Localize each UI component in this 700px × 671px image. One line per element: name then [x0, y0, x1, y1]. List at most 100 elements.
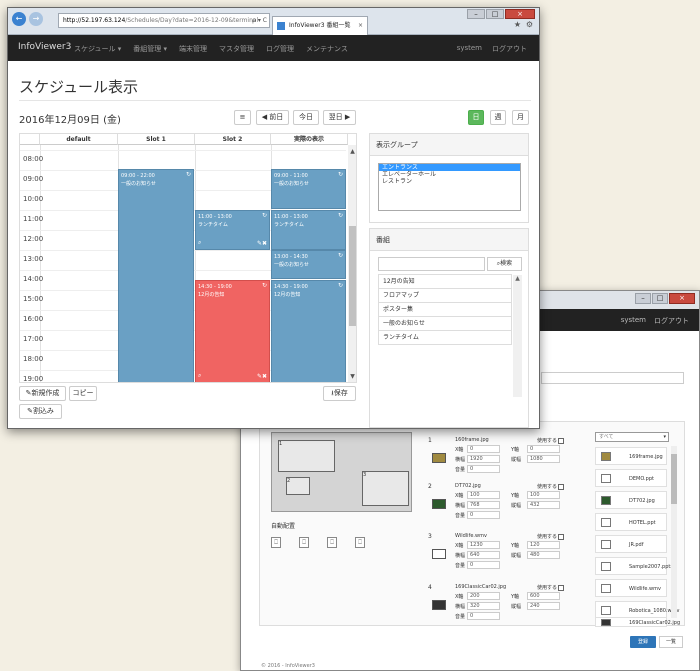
forward-arrow-icon[interactable]: → — [29, 12, 43, 26]
file-item[interactable]: DEMO.ppt — [595, 469, 667, 487]
preview-region-1[interactable]: 1 — [278, 440, 335, 472]
file-item[interactable]: HOTEL.ppt — [595, 513, 667, 531]
register-button[interactable]: 登録 — [630, 636, 656, 648]
y-input[interactable]: 0 — [527, 445, 560, 453]
file-item[interactable]: 169ClassicCar02.jpg — [595, 617, 680, 627]
nav-logout[interactable]: ログアウト — [654, 316, 689, 326]
file-filter-select[interactable]: すべて ▾ — [595, 432, 669, 442]
today-button[interactable]: 今日 — [293, 110, 319, 125]
month-view-button[interactable]: 月 — [512, 110, 529, 125]
volume-input[interactable]: 0 — [467, 561, 500, 569]
volume-input[interactable]: 0 — [467, 511, 500, 519]
gear-icon[interactable]: ⚙ — [526, 20, 533, 29]
name-input[interactable] — [541, 372, 684, 384]
group-item[interactable]: エレベーターホール — [379, 171, 520, 178]
height-input[interactable]: 240 — [527, 602, 560, 610]
back-to-list-button[interactable]: 一覧 — [659, 636, 683, 648]
nav-system[interactable]: system — [621, 316, 646, 326]
nav-system[interactable]: system — [457, 44, 482, 54]
program-item[interactable]: フロアマップ — [378, 288, 512, 303]
layout-option-icon[interactable]: ⎕ — [271, 537, 281, 548]
previous-day-button[interactable]: ◀ 前日 — [256, 110, 289, 125]
schedule-event[interactable]: 14:30 - 19:00 12月の告知 ↻ — [271, 280, 346, 382]
refresh-icon[interactable]: ↻ — [338, 212, 343, 219]
scroll-up-icon[interactable]: ▲ — [515, 275, 520, 282]
close-window-button[interactable]: × — [669, 293, 695, 304]
interrupt-button[interactable]: ✎割込み — [19, 404, 62, 419]
refresh-icon[interactable]: ↻ — [338, 252, 343, 259]
back-arrow-icon[interactable]: ← — [12, 12, 26, 26]
program-search-input[interactable] — [378, 257, 485, 271]
search-icon[interactable]: ⌕ — [198, 239, 201, 247]
width-input[interactable]: 768 — [467, 501, 500, 509]
volume-input[interactable]: 0 — [467, 465, 500, 473]
refresh-icon[interactable]: ↻ — [338, 282, 343, 289]
preview-region-3[interactable]: 3 — [362, 471, 409, 506]
menu-logs[interactable]: ログ管理 — [266, 44, 294, 54]
program-item[interactable]: 一般のお知らせ — [378, 316, 512, 331]
volume-input[interactable]: 0 — [467, 612, 500, 620]
new-button[interactable]: ✎新規作成 — [19, 386, 66, 401]
y-input[interactable]: 100 — [527, 491, 560, 499]
use-checkbox[interactable]: 使用する — [537, 437, 565, 444]
use-checkbox[interactable]: 使用する — [537, 483, 565, 490]
height-input[interactable]: 1080 — [527, 455, 560, 463]
minimize-button[interactable]: – — [635, 293, 651, 304]
layout-preview[interactable]: 1 2 3 — [271, 432, 412, 512]
schedule-scrollbar[interactable]: ▲ ▼ — [348, 145, 356, 382]
schedule-event[interactable]: 11:00 - 13:00 ランチタイム ↻ — [271, 210, 346, 250]
layout-option-icon[interactable]: ⎕ — [299, 537, 309, 548]
browser-tab[interactable]: InfoViewer3 番組一覧 × — [272, 16, 368, 35]
file-item[interactable]: DT702.jpg — [595, 491, 667, 509]
program-item[interactable]: ランチタイム — [378, 330, 512, 345]
use-checkbox[interactable]: 使用する — [537, 533, 565, 540]
close-window-button[interactable]: × — [505, 9, 535, 19]
edit-delete-icon[interactable]: ✎✖ — [257, 240, 267, 247]
width-input[interactable]: 320 — [467, 602, 500, 610]
group-item[interactable]: レストラン — [379, 178, 520, 185]
x-input[interactable]: 100 — [467, 491, 500, 499]
refresh-icon[interactable]: ↻ — [262, 212, 267, 219]
minimize-button[interactable]: – — [467, 9, 485, 19]
scroll-down-icon[interactable]: ▼ — [348, 373, 356, 380]
file-item[interactable]: Wildlife.wmv — [595, 579, 667, 597]
refresh-icon[interactable]: ↻ — [186, 171, 191, 178]
tab-close-icon[interactable]: × — [358, 17, 363, 34]
group-item[interactable]: エントランス — [379, 164, 520, 171]
preview-region-2[interactable]: 2 — [286, 477, 310, 495]
address-bar[interactable]: http://52.197.63.124/Schedules/Day?date=… — [58, 13, 270, 28]
scroll-up-icon[interactable]: ▲ — [348, 148, 356, 155]
nav-logout[interactable]: ログアウト — [492, 44, 527, 54]
calendar-menu-button[interactable]: ≡ — [234, 110, 251, 125]
height-input[interactable]: 480 — [527, 551, 560, 559]
schedule-event[interactable]: 09:00 - 11:00 一般のお知らせ ↻ — [271, 169, 346, 209]
file-item[interactable]: JR.pdf — [595, 535, 667, 553]
maximize-button[interactable]: □ — [652, 293, 668, 304]
time-row[interactable]: 08:00 — [20, 150, 346, 170]
schedule-event[interactable]: 13:00 - 14:30 一般のお知らせ ↻ — [271, 250, 346, 279]
program-item[interactable]: ポスター集 — [378, 302, 512, 317]
use-checkbox[interactable]: 使用する — [537, 584, 565, 591]
schedule-event[interactable]: 11:00 - 13:00 ランチタイム ↻ ⌕ ✎✖ — [195, 210, 270, 250]
program-search-button[interactable]: ⌕検索 — [487, 257, 522, 271]
save-button[interactable]: ⭳保存 — [323, 386, 356, 401]
width-input[interactable]: 1920 — [467, 455, 500, 463]
y-input[interactable]: 600 — [527, 592, 560, 600]
x-input[interactable]: 200 — [467, 592, 500, 600]
refresh-icon[interactable]: ↻ — [262, 282, 267, 289]
next-day-button[interactable]: 翌日 ▶ — [323, 110, 356, 125]
display-group-list[interactable]: エントランス エレベーターホール レストラン — [378, 163, 521, 211]
menu-masters[interactable]: マスタ管理 — [219, 44, 254, 54]
x-input[interactable]: 1230 — [467, 541, 500, 549]
refresh-icon[interactable]: ↻ — [338, 171, 343, 178]
maximize-button[interactable]: □ — [486, 9, 504, 19]
x-input[interactable]: 0 — [467, 445, 500, 453]
schedule-event[interactable]: 14:30 - 19:00 12月の告知 ↻ ⌕ ✎✖ — [195, 280, 270, 382]
program-list-scrollbar[interactable]: ▲ — [513, 275, 522, 397]
menu-schedule[interactable]: スケジュール ▾ — [74, 44, 121, 54]
copy-button[interactable]: コピー — [69, 386, 97, 401]
scrollbar-thumb[interactable] — [349, 226, 356, 326]
height-input[interactable]: 432 — [527, 501, 560, 509]
menu-terminals[interactable]: 端末管理 — [179, 44, 207, 54]
layout-option-icon[interactable]: ⎕ — [355, 537, 365, 548]
